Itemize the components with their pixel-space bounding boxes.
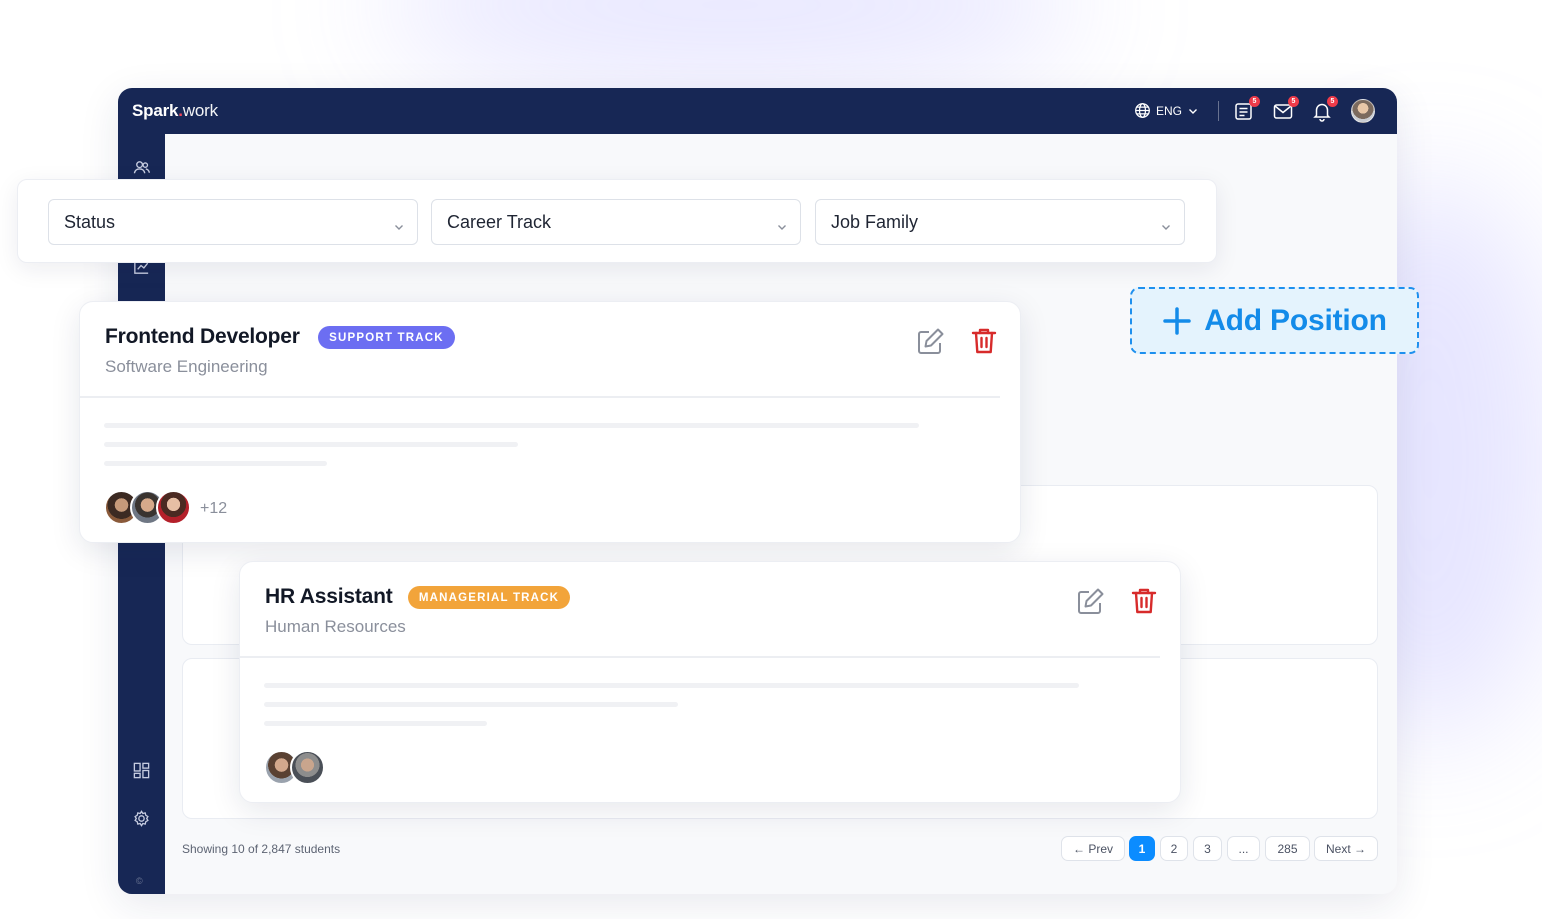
- add-position-button[interactable]: Add Position: [1130, 287, 1419, 354]
- position-card-hr-assistant[interactable]: HR Assistant MANAGERIAL TRACK Human Reso…: [239, 561, 1181, 803]
- status-filter-label: Status: [64, 211, 116, 232]
- job-family-label: Software Engineering: [105, 357, 268, 376]
- page-ellipsis: ...: [1227, 836, 1260, 861]
- content-placeholder-line: [264, 721, 487, 726]
- copyright-mark: ©: [136, 876, 143, 886]
- position-card-frontend-developer[interactable]: Frontend Developer SUPPORT TRACK Softwar…: [79, 301, 1021, 543]
- language-label: ENG: [1156, 103, 1183, 118]
- page-1-button[interactable]: 1: [1129, 836, 1155, 861]
- page-2-button[interactable]: 2: [1160, 836, 1188, 861]
- content-placeholder-line: [264, 683, 1079, 688]
- tasks-button[interactable]: 5: [1233, 96, 1260, 124]
- notifications-button[interactable]: 5: [1311, 96, 1338, 124]
- edit-icon: [1076, 586, 1106, 616]
- content-placeholder-line: [104, 442, 518, 447]
- card-divider: [80, 396, 1000, 398]
- tasks-count-badge: 5: [1249, 96, 1260, 107]
- chevron-down-icon: [393, 217, 405, 238]
- dashboard-icon[interactable]: [132, 761, 151, 780]
- career-track-filter-label: Career Track: [447, 211, 552, 232]
- job-family-label: Human Resources: [265, 617, 406, 636]
- delete-button[interactable]: [1129, 586, 1159, 616]
- job-family-filter-label: Job Family: [831, 211, 919, 232]
- topbar-divider: [1218, 101, 1219, 121]
- chevron-down-icon: [1160, 217, 1172, 238]
- next-page-button[interactable]: Next →: [1314, 836, 1378, 861]
- trash-icon: [969, 326, 999, 356]
- brand-logo[interactable]: Spark.work: [132, 101, 218, 121]
- track-badge: SUPPORT TRACK: [318, 326, 455, 349]
- page-3-button[interactable]: 3: [1193, 836, 1222, 861]
- prev-page-button[interactable]: ← Prev: [1061, 836, 1125, 861]
- chevron-down-icon: [1187, 105, 1199, 117]
- plus-icon: [1162, 306, 1192, 336]
- page-285-button[interactable]: 285: [1265, 836, 1310, 861]
- content-placeholder-line: [264, 702, 678, 707]
- messages-button[interactable]: 5: [1272, 96, 1299, 124]
- job-family-filter-select[interactable]: Job Family: [815, 199, 1185, 245]
- add-position-label: Add Position: [1204, 303, 1387, 337]
- content-placeholder-line: [104, 461, 327, 466]
- track-badge: MANAGERIAL TRACK: [408, 586, 570, 609]
- career-track-filter-select[interactable]: Career Track: [431, 199, 801, 245]
- top-navigation-bar: Spark.work ENG 5 5 5: [118, 88, 1397, 134]
- results-summary: Showing 10 of 2,847 students: [182, 842, 341, 856]
- status-filter-select[interactable]: Status: [48, 199, 418, 245]
- card-divider: [240, 656, 1160, 658]
- edit-icon: [916, 326, 946, 356]
- edit-button[interactable]: [1076, 586, 1106, 616]
- edit-button[interactable]: [916, 326, 946, 356]
- position-title: HR Assistant: [265, 585, 393, 608]
- filter-bar: Status Career Track Job Family: [17, 179, 1217, 263]
- position-title: Frontend Developer: [105, 325, 300, 348]
- users-icon[interactable]: [132, 158, 151, 177]
- alerts-count-badge: 5: [1327, 96, 1338, 107]
- more-members-count[interactable]: +12: [200, 500, 227, 518]
- chevron-down-icon: [776, 217, 788, 238]
- language-selector[interactable]: ENG: [1134, 102, 1199, 119]
- settings-gear-icon[interactable]: [132, 809, 151, 828]
- trash-icon: [1129, 586, 1159, 616]
- user-avatar[interactable]: [1351, 99, 1375, 123]
- member-avatar[interactable]: [156, 490, 191, 525]
- messages-count-badge: 5: [1288, 96, 1299, 107]
- delete-button[interactable]: [969, 326, 999, 356]
- content-placeholder-line: [104, 423, 919, 428]
- member-avatar[interactable]: [290, 750, 325, 785]
- globe-icon: [1134, 102, 1151, 119]
